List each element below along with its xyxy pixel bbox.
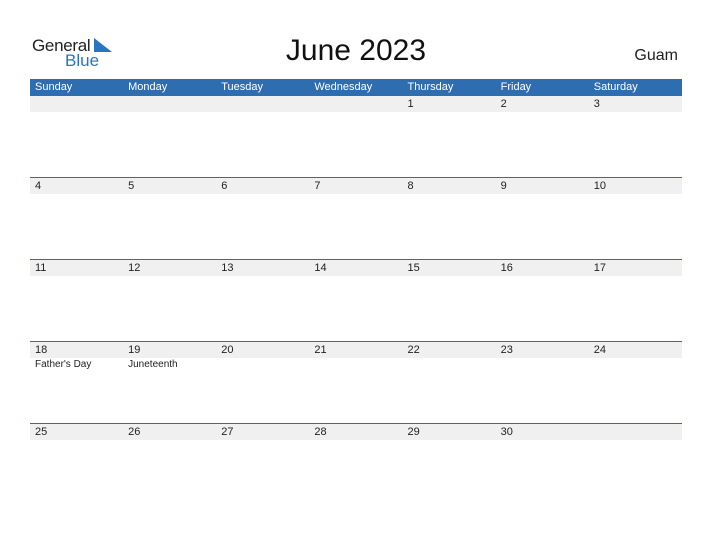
day-number: 13	[221, 262, 234, 274]
weekday-monday: Monday	[128, 81, 168, 93]
holiday-label	[403, 358, 496, 372]
day-number: 26	[128, 426, 141, 438]
day-number: 10	[593, 180, 606, 192]
day-number: 8	[407, 180, 414, 192]
holiday-label	[309, 358, 402, 372]
day-number: 22	[407, 344, 420, 356]
day-number: 9	[500, 180, 507, 192]
day-number: 4	[35, 180, 42, 192]
weekday-saturday: Saturday	[593, 81, 638, 93]
day-number	[30, 96, 123, 112]
holiday-label: Juneteenth	[128, 359, 178, 370]
day-number: 3	[593, 98, 600, 110]
weekday-wednesday: Wednesday	[314, 81, 373, 93]
week-row: 18 19 20 21 22 23 24 Father's Day Juneteenth	[30, 341, 682, 423]
day-number: 5	[128, 180, 135, 192]
week-row: 11 12 13 14 15 16 17	[30, 259, 682, 341]
day-number: 28	[314, 426, 327, 438]
weekday-thursday: Thursday	[407, 81, 454, 93]
day-number: 25	[35, 426, 48, 438]
weekday-tuesday: Tuesday	[221, 81, 264, 93]
day-number: 11	[35, 262, 47, 274]
day-number: 6	[221, 180, 228, 192]
day-number	[309, 96, 402, 112]
week-row: 4 5 6 7 8 9 10	[30, 177, 682, 259]
week-row: 1 2 3	[30, 96, 682, 177]
day-number: 17	[593, 262, 606, 274]
weekday-header: Sunday Monday Tuesday Wednesday Thursday…	[30, 79, 682, 96]
date-row: 18 19 20 21 22 23 24	[30, 342, 682, 358]
day-number	[216, 96, 309, 112]
day-number: 30	[500, 426, 513, 438]
day-number: 16	[500, 262, 513, 274]
day-number: 12	[128, 262, 141, 274]
holiday-label	[589, 358, 682, 372]
holiday-label	[496, 358, 589, 372]
weekday-sunday: Sunday	[35, 81, 73, 93]
day-number: 15	[407, 262, 420, 274]
day-number	[589, 424, 682, 440]
day-number: 7	[314, 180, 321, 192]
event-row: Father's Day Juneteenth	[30, 358, 682, 372]
day-number: 23	[500, 344, 513, 356]
day-number: 29	[407, 426, 420, 438]
week-row: 25 26 27 28 29 30	[30, 423, 682, 505]
holiday-label	[216, 358, 309, 372]
day-number: 18	[35, 344, 48, 356]
day-number: 20	[221, 344, 234, 356]
day-number	[123, 96, 216, 112]
day-number: 24	[593, 344, 606, 356]
day-number: 1	[407, 98, 414, 110]
day-number: 27	[221, 426, 234, 438]
weekday-friday: Friday	[500, 81, 532, 93]
calendar-title: June 2023	[285, 34, 427, 67]
day-number: 14	[314, 262, 327, 274]
date-row: 25 26 27 28 29 30	[30, 424, 682, 440]
calendar-grid: Sunday Monday Tuesday Wednesday Thursday…	[30, 79, 682, 505]
holiday-label: Father's Day	[35, 359, 92, 370]
day-number: 2	[500, 98, 507, 110]
country-label: Guam	[634, 47, 678, 64]
date-row: 1 2 3	[30, 96, 682, 112]
date-row: 4 5 6 7 8 9 10	[30, 178, 682, 194]
day-number: 21	[314, 344, 327, 356]
date-row: 11 12 13 14 15 16 17	[30, 260, 682, 276]
day-number: 19	[128, 344, 141, 356]
